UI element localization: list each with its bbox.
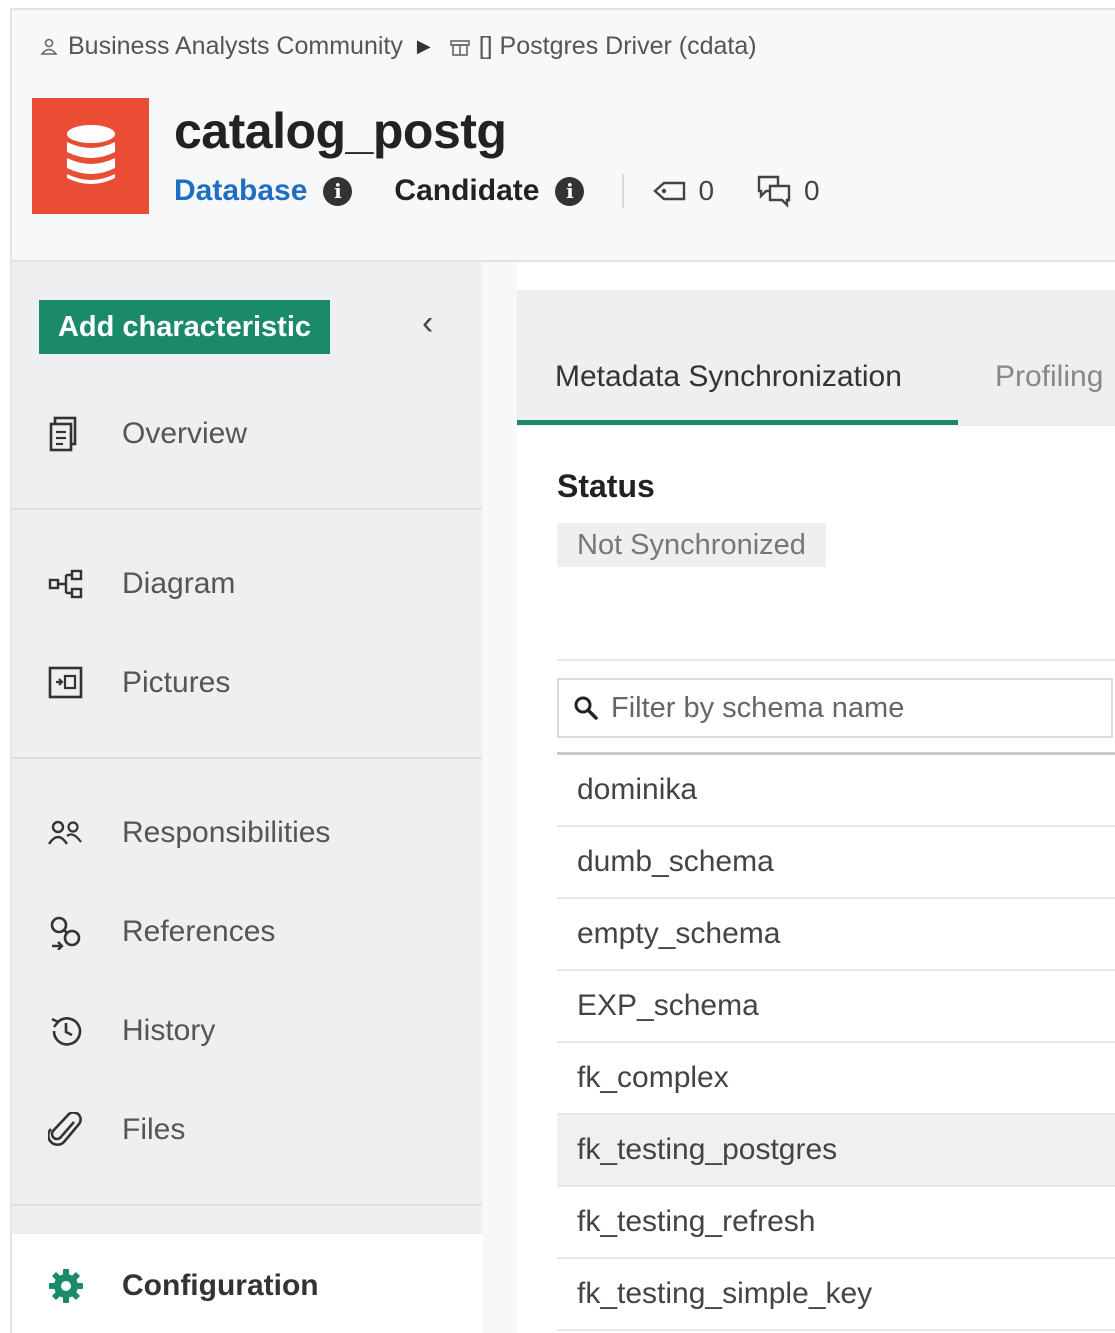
main-top-strip [517, 262, 1115, 290]
sidebar: Add characteristic ‹ Overview Diagram Pi… [12, 262, 482, 1333]
breadcrumb-parent[interactable]: [] Postgres Driver (cdata) [449, 32, 757, 61]
asset-status: Candidate [394, 174, 540, 207]
section-divider [557, 659, 1115, 661]
schema-row[interactable]: fk_testing_postgres [557, 1115, 1115, 1187]
breadcrumb-parent-label: [] Postgres Driver (cdata) [478, 32, 757, 60]
add-characteristic-button[interactable]: Add characteristic [39, 300, 330, 354]
tab-metadata-synchronization[interactable]: Metadata Synchronization [555, 360, 902, 394]
asset-header: Business Analysts Community ▶ [] Postgre… [12, 10, 1115, 262]
domain-icon [449, 39, 470, 56]
schema-row[interactable]: fk_testing_simple_key [557, 1259, 1115, 1331]
sidebar-item-history[interactable]: History [12, 1001, 482, 1061]
sidebar-divider [12, 508, 482, 510]
database-icon [32, 98, 149, 214]
schema-filter[interactable] [557, 678, 1113, 738]
schema-row[interactable]: empty_schema [557, 899, 1115, 971]
tab-profiling[interactable]: Profiling [995, 360, 1103, 394]
status-badge: Not Synchronized [557, 523, 826, 567]
breadcrumb-community[interactable]: Business Analysts Community [38, 32, 403, 61]
sidebar-divider [12, 757, 482, 759]
sidebar-item-diagram[interactable]: Diagram [12, 554, 482, 614]
sidebar-item-label: Responsibilities [122, 816, 331, 849]
sidebar-item-label: Configuration [122, 1268, 319, 1302]
sidebar-item-label: Pictures [122, 666, 231, 699]
comments-counter[interactable]: 0 [756, 174, 820, 208]
status-heading: Status [557, 468, 655, 504]
schema-row[interactable]: EXP_schema [557, 971, 1115, 1043]
main-panel: Metadata Synchronization Profiling Statu… [517, 262, 1115, 1333]
search-icon [571, 693, 601, 723]
overview-icon [46, 414, 86, 454]
people-icon [46, 813, 86, 853]
asset-type-link[interactable]: Database [174, 174, 307, 208]
sidebar-item-label: References [122, 915, 276, 948]
app-frame: Business Analysts Community ▶ [] Postgre… [10, 8, 1115, 1333]
tag-icon [653, 181, 686, 201]
diagram-icon [46, 564, 86, 604]
collapse-sidebar-icon[interactable]: ‹ [422, 304, 433, 343]
breadcrumb-community-label: Business Analysts Community [68, 32, 403, 60]
gear-icon [46, 1266, 86, 1306]
info-icon[interactable]: i [323, 176, 353, 206]
asset-meta: Database i Candidate i 0 0 [174, 174, 862, 208]
sidebar-item-label: Files [122, 1113, 186, 1146]
schema-row[interactable]: fk_complex [557, 1043, 1115, 1115]
meta-divider [622, 174, 625, 208]
pictures-icon [46, 663, 86, 703]
sidebar-item-references[interactable]: References [12, 902, 482, 962]
references-icon [46, 912, 86, 952]
tab-bar: Metadata Synchronization Profiling [517, 290, 1115, 426]
breadcrumb: Business Analysts Community ▶ [] Postgre… [38, 32, 757, 61]
schema-row[interactable]: dumb_schema [557, 827, 1115, 899]
breadcrumb-separator: ▶ [416, 36, 431, 56]
active-tab-indicator [517, 420, 958, 425]
sidebar-divider [12, 1204, 482, 1206]
tags-counter[interactable]: 0 [652, 175, 714, 207]
sidebar-item-overview[interactable]: Overview [12, 404, 482, 464]
sidebar-item-label: Overview [122, 417, 248, 450]
comments-icon [757, 175, 791, 208]
sidebar-item-responsibilities[interactable]: Responsibilities [12, 803, 482, 863]
info-icon[interactable]: i [555, 176, 585, 206]
schema-list: dominika dumb_schema empty_schema EXP_schem… [557, 755, 1115, 1331]
comments-count: 0 [804, 175, 820, 206]
tags-count: 0 [698, 175, 715, 206]
schema-filter-input[interactable] [611, 691, 1091, 725]
history-icon [46, 1011, 86, 1051]
sidebar-item-files[interactable]: Files [12, 1100, 482, 1160]
sidebar-item-label: Diagram [122, 567, 236, 600]
schema-row[interactable]: fk_testing_refresh [557, 1187, 1115, 1259]
sidebar-item-pictures[interactable]: Pictures [12, 653, 482, 713]
paperclip-icon [46, 1110, 86, 1150]
sidebar-item-configuration[interactable]: Configuration [12, 1234, 482, 1333]
asset-title: catalog_postg [174, 103, 507, 159]
schema-row[interactable]: dominika [557, 755, 1115, 827]
community-icon [40, 38, 58, 55]
sidebar-item-label: History [122, 1014, 216, 1047]
